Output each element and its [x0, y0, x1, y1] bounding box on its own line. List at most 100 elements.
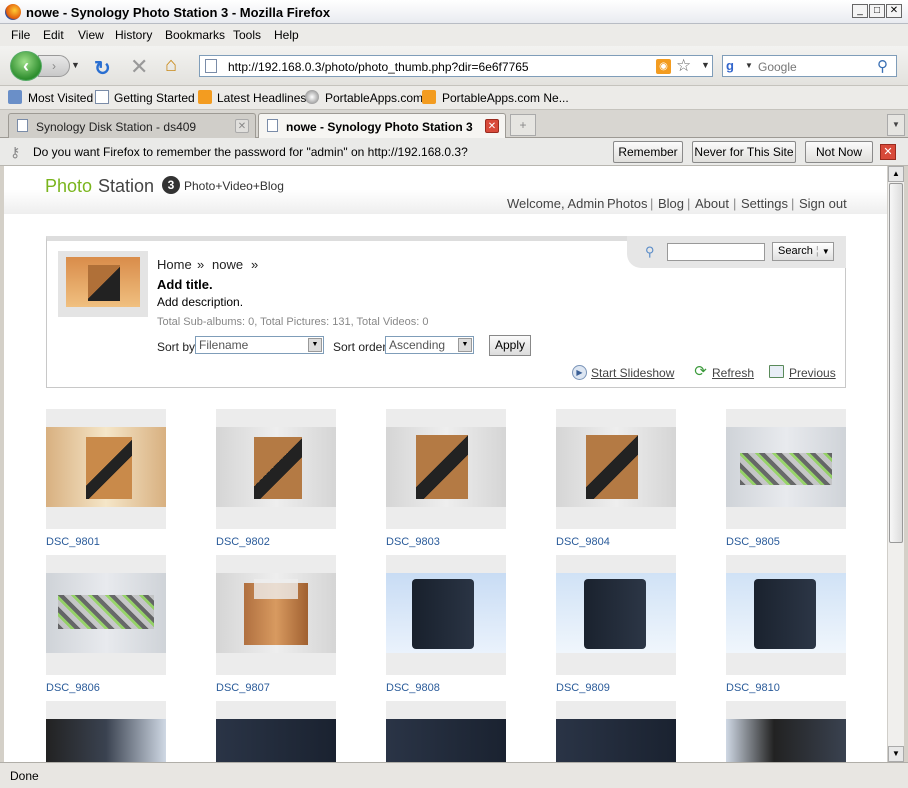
tab-list-dropdown-icon[interactable]: ▼ — [887, 114, 905, 136]
sort-by-select[interactable]: Filename ▼ — [195, 336, 324, 354]
forward-button[interactable]: › — [38, 55, 70, 77]
history-dropdown-icon[interactable]: ▼ — [71, 60, 80, 70]
photo-image[interactable] — [46, 719, 166, 762]
bookmark-getting-started[interactable]: Getting Started — [114, 91, 195, 105]
photo-image[interactable] — [216, 427, 336, 507]
photo-image[interactable] — [386, 719, 506, 762]
photo-item[interactable]: DSC_9806 — [46, 555, 166, 694]
refresh-icon[interactable]: ⟳ — [693, 364, 708, 380]
maximize-button[interactable]: □ — [869, 4, 885, 18]
menu-view[interactable]: View — [78, 28, 104, 42]
logo-photo[interactable]: Photo — [45, 176, 92, 197]
album-description[interactable]: Add description. — [157, 295, 243, 309]
google-engine-icon[interactable]: g — [726, 58, 742, 74]
url-dropdown-icon[interactable]: ▼ — [701, 60, 710, 70]
bookmark-portableapps-news[interactable]: PortableApps.com Ne... — [442, 91, 569, 105]
tab-disk-station[interactable]: Synology Disk Station - ds409 ✕ — [8, 113, 256, 138]
back-button[interactable]: ‹ — [10, 51, 42, 81]
photo-image[interactable] — [726, 573, 846, 653]
tab-photo-station[interactable]: nowe - Synology Photo Station 3 ✕ — [258, 113, 506, 139]
nav-settings[interactable]: Settings — [741, 196, 788, 211]
photo-image[interactable] — [556, 719, 676, 762]
photo-image[interactable] — [556, 573, 676, 653]
photo-thumbnail[interactable] — [726, 409, 846, 529]
photo-thumbnail[interactable] — [726, 555, 846, 675]
photo-image[interactable] — [556, 427, 676, 507]
bookmark-portableapps[interactable]: PortableApps.com — [325, 91, 423, 105]
remember-button[interactable]: Remember — [613, 141, 683, 163]
nav-about[interactable]: About — [695, 196, 729, 211]
nav-blog[interactable]: Blog — [658, 196, 684, 211]
search-bar[interactable]: g ▼ Google ⚲ — [722, 55, 897, 77]
page-scrollbar[interactable]: ▲ ▼ — [887, 166, 904, 762]
reload-icon[interactable]: ↻ — [94, 56, 111, 81]
nav-photos[interactable]: Photos — [607, 196, 647, 211]
scroll-up-icon[interactable]: ▲ — [888, 166, 904, 182]
rss-feed-icon[interactable]: ◉ — [656, 59, 671, 74]
photo-image[interactable] — [46, 427, 166, 507]
photo-caption[interactable]: DSC_9810 — [726, 682, 780, 694]
photo-thumbnail[interactable] — [46, 409, 166, 529]
photo-caption[interactable]: DSC_9809 — [556, 682, 610, 694]
photo-caption[interactable]: DSC_9804 — [556, 536, 610, 548]
close-tab-icon[interactable]: ✕ — [485, 119, 499, 133]
photo-caption[interactable]: DSC_9806 — [46, 682, 100, 694]
breadcrumb-home[interactable]: Home — [157, 257, 192, 272]
photo-caption[interactable]: DSC_9808 — [386, 682, 440, 694]
photo-caption[interactable]: DSC_9801 — [46, 536, 100, 548]
menu-help[interactable]: Help — [274, 28, 299, 42]
logo-station[interactable]: Station — [98, 176, 154, 197]
minimize-button[interactable]: _ — [852, 4, 868, 18]
new-tab-button[interactable]: + — [510, 114, 536, 136]
bookmark-most-visited[interactable]: Most Visited — [28, 91, 93, 105]
search-icon[interactable]: ⚲ — [877, 57, 888, 75]
home-icon[interactable]: ⌂ — [165, 54, 177, 77]
start-slideshow-link[interactable]: Start Slideshow — [591, 366, 674, 380]
photo-item[interactable]: DSC_9805 — [726, 409, 846, 548]
stop-icon[interactable]: ✕ — [130, 54, 148, 80]
photo-item[interactable]: DSC_9801 — [46, 409, 166, 548]
previous-link[interactable]: Previous — [789, 366, 836, 380]
url-text[interactable]: http://192.168.0.3/photo/photo_thumb.php… — [228, 60, 529, 74]
photo-thumbnail[interactable] — [386, 409, 506, 529]
breadcrumb-album[interactable]: nowe — [212, 257, 243, 272]
photo-image[interactable] — [386, 573, 506, 653]
photo-item[interactable]: DSC_9809 — [556, 555, 676, 694]
photo-item[interactable]: DSC_9802 — [216, 409, 336, 548]
play-icon[interactable]: ▶ — [572, 365, 587, 380]
photo-thumbnail[interactable] — [216, 409, 336, 529]
refresh-link[interactable]: Refresh — [712, 366, 754, 380]
menu-history[interactable]: History — [115, 28, 152, 42]
album-search-button[interactable]: Search ¦ ▼ — [772, 242, 834, 261]
photo-image[interactable] — [726, 427, 846, 507]
photo-image[interactable] — [216, 573, 336, 653]
photo-thumbnail[interactable] — [46, 701, 166, 762]
never-for-this-site-button[interactable]: Never for This Site — [692, 141, 796, 163]
menu-file[interactable]: File — [11, 28, 30, 42]
photo-caption[interactable]: DSC_9803 — [386, 536, 440, 548]
album-title[interactable]: Add title. — [157, 277, 213, 292]
apply-button[interactable]: Apply — [489, 335, 531, 356]
photo-image[interactable] — [726, 719, 846, 762]
album-search-input[interactable] — [667, 243, 765, 261]
scroll-down-icon[interactable]: ▼ — [888, 746, 904, 762]
close-notification-icon[interactable]: ✕ — [880, 144, 896, 160]
photo-item[interactable]: DSC_9810 — [726, 555, 846, 694]
photo-item[interactable]: DSC_9808 — [386, 555, 506, 694]
previous-icon[interactable] — [769, 365, 784, 378]
photo-image[interactable] — [386, 427, 506, 507]
bookmark-latest-headlines[interactable]: Latest Headlines — [217, 91, 306, 105]
menu-tools[interactable]: Tools — [233, 28, 261, 42]
photo-image[interactable] — [46, 573, 166, 653]
photo-thumbnail[interactable] — [386, 555, 506, 675]
photo-item[interactable]: DSC_9807 — [216, 555, 336, 694]
menu-bookmarks[interactable]: Bookmarks — [165, 28, 225, 42]
bookmark-star-icon[interactable]: ☆ — [676, 56, 691, 76]
close-window-button[interactable]: ✕ — [886, 4, 902, 18]
photo-thumbnail[interactable] — [556, 555, 676, 675]
url-bar[interactable]: http://192.168.0.3/photo/photo_thumb.php… — [199, 55, 713, 77]
search-placeholder[interactable]: Google — [758, 60, 797, 74]
photo-caption[interactable]: DSC_9805 — [726, 536, 780, 548]
not-now-button[interactable]: Not Now — [805, 141, 873, 163]
scrollbar-thumb[interactable] — [889, 183, 903, 543]
